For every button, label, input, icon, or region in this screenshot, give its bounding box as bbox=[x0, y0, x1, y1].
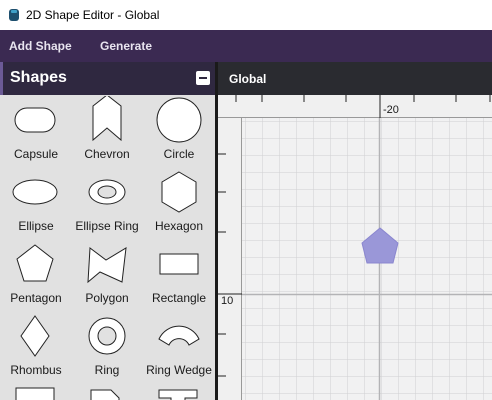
shape-tile-chevron[interactable]: Chevron bbox=[71, 96, 143, 168]
shape-tile-ellipse[interactable]: Ellipse bbox=[0, 168, 72, 240]
shape-label: Circle bbox=[163, 147, 195, 161]
ruler-top-ticks bbox=[218, 95, 492, 118]
shape-tile-polygon[interactable]: Polygon bbox=[71, 240, 143, 312]
circle-icon bbox=[156, 97, 202, 143]
ruler-left: 10 bbox=[218, 118, 242, 400]
shape-tile-rhombus[interactable]: Rhombus bbox=[0, 312, 72, 384]
canvas-title: Global bbox=[229, 72, 267, 86]
shapes-panel: Shapes Capsule Chevron Circle Ellipse El… bbox=[0, 62, 215, 400]
canvas-header: Global bbox=[218, 62, 492, 95]
menu-add-shape[interactable]: Add Shape bbox=[9, 30, 72, 62]
window-title: 2D Shape Editor - Global bbox=[26, 8, 160, 22]
shape-tile-ring-wedge[interactable]: Ring Wedge bbox=[143, 312, 215, 384]
ruler-top: -20 bbox=[218, 95, 492, 118]
ring-wedge-icon bbox=[158, 325, 200, 346]
shape-tile-partial-3[interactable] bbox=[143, 384, 215, 400]
shape-label: Rectangle bbox=[151, 291, 207, 305]
shape-tile-hexagon[interactable]: Hexagon bbox=[143, 168, 215, 240]
menu-generate[interactable]: Generate bbox=[100, 30, 152, 62]
rectangle-icon bbox=[159, 253, 199, 275]
collapse-button[interactable] bbox=[196, 71, 210, 85]
shape-tile-capsule[interactable]: Capsule bbox=[0, 96, 72, 168]
shape-label: Ring Wedge bbox=[146, 363, 212, 377]
ellipse-icon bbox=[12, 179, 58, 205]
shapes-panel-header: Shapes bbox=[0, 62, 215, 95]
canvas-grid[interactable] bbox=[242, 118, 492, 400]
rhombus-icon bbox=[20, 315, 50, 357]
shape-tile-partial-2[interactable] bbox=[71, 384, 143, 400]
tag-icon bbox=[90, 389, 120, 400]
t-shape-icon bbox=[158, 389, 198, 400]
app-icon bbox=[9, 9, 19, 21]
shape-tile-ring[interactable]: Ring bbox=[71, 312, 143, 384]
ruler-top-label: -20 bbox=[383, 104, 399, 116]
square-icon bbox=[15, 387, 55, 400]
shapes-panel-title: Shapes bbox=[10, 69, 67, 86]
canvas-shape-pentagon[interactable] bbox=[242, 118, 492, 400]
shape-tile-circle[interactable]: Circle bbox=[143, 96, 215, 168]
ruler-left-label: 10 bbox=[221, 295, 234, 307]
chevron-icon bbox=[92, 96, 122, 142]
title-bar: 2D Shape Editor - Global bbox=[0, 0, 492, 30]
pentagon-icon bbox=[16, 244, 54, 282]
shape-tile-pentagon[interactable]: Pentagon bbox=[0, 240, 72, 312]
shape-tile-rectangle[interactable]: Rectangle bbox=[143, 240, 215, 312]
hexagon-icon bbox=[161, 171, 197, 213]
capsule-icon bbox=[14, 107, 56, 133]
shape-label: Hexagon bbox=[154, 219, 204, 233]
menu-bar: Add Shape Generate bbox=[0, 30, 492, 62]
canvas-panel: Global -20 10 bbox=[218, 62, 492, 400]
polygon-icon bbox=[87, 247, 127, 284]
shape-tile-ellipse-ring[interactable]: Ellipse Ring bbox=[71, 168, 143, 240]
ellipse-ring-icon bbox=[88, 179, 126, 205]
shape-tile-partial-1[interactable] bbox=[0, 384, 72, 400]
ruler-left-ticks bbox=[218, 118, 242, 400]
ring-icon bbox=[88, 317, 126, 355]
